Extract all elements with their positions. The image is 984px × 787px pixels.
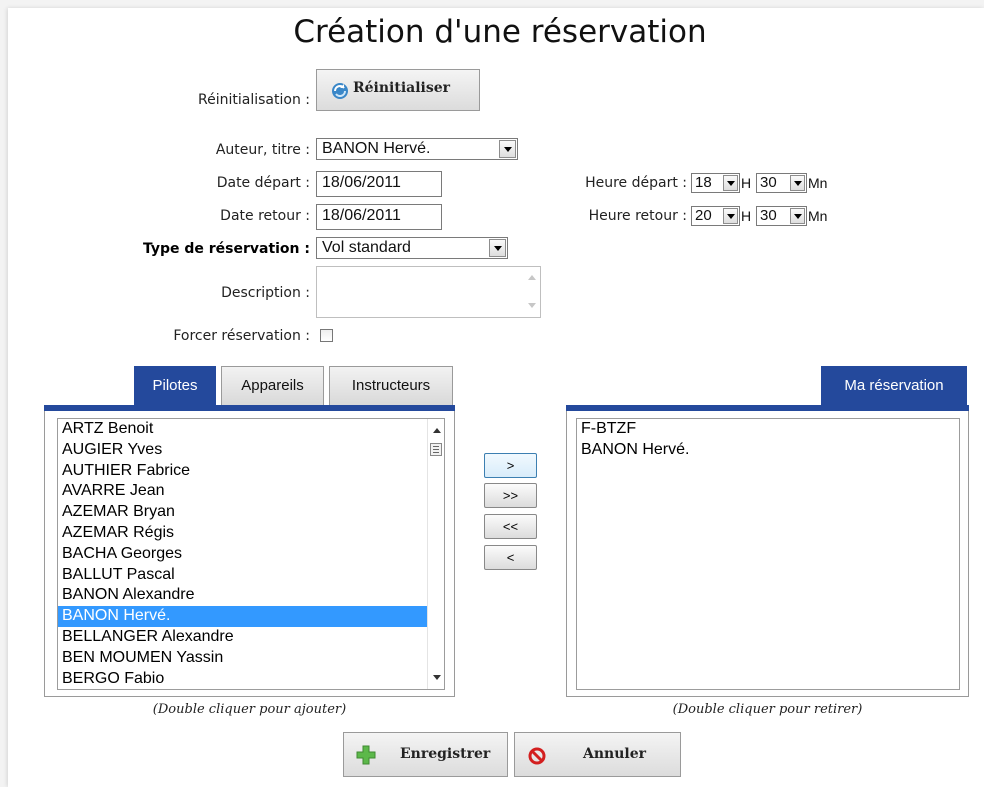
description-scrollbar[interactable] bbox=[524, 267, 540, 317]
heure-retour-hour-select[interactable]: 20 bbox=[691, 206, 740, 226]
heure-retour-hour-value: 20 bbox=[695, 207, 712, 224]
list-item[interactable]: BANON Hervé. bbox=[577, 440, 959, 461]
author-label: Auteur, titre : bbox=[215, 142, 310, 158]
description-label: Description : bbox=[221, 285, 310, 301]
page-title: Création d'une réservation bbox=[293, 14, 707, 50]
reset-button-label: Réinitialiser bbox=[353, 80, 451, 96]
list-item[interactable]: BACHA Georges bbox=[58, 544, 444, 565]
minute-unit: Mn bbox=[808, 208, 828, 224]
reset-label: Réinitialisation : bbox=[198, 92, 310, 108]
type-select[interactable]: Vol standard bbox=[316, 237, 508, 259]
add-all-button[interactable]: >> bbox=[484, 483, 537, 508]
description-textarea[interactable] bbox=[316, 266, 541, 318]
scroll-down-icon[interactable] bbox=[528, 303, 536, 308]
list-item[interactable]: BALLUT Pascal bbox=[58, 565, 444, 586]
cancel-button[interactable]: Annuler bbox=[514, 732, 681, 777]
list-item[interactable]: F-BTZF bbox=[577, 419, 959, 440]
heure-depart-hour-select[interactable]: 18 bbox=[691, 173, 740, 193]
heure-depart-minute-select[interactable]: 30 bbox=[756, 173, 807, 193]
chevron-down-icon[interactable] bbox=[723, 175, 738, 191]
chevron-down-icon[interactable] bbox=[790, 175, 805, 191]
list-item[interactable]: AVARRE Jean bbox=[58, 481, 444, 502]
list-item[interactable]: BERGO Fabio bbox=[58, 669, 444, 689]
minute-unit: Mn bbox=[808, 175, 828, 191]
save-button[interactable]: Enregistrer bbox=[343, 732, 508, 777]
pilots-list: ARTZ Benoit AUGIER Yves AUTHIER Fabrice AVA… bbox=[58, 419, 444, 689]
date-depart-label: Date départ : bbox=[216, 175, 310, 191]
list-item[interactable]: BELLANGER Alexandre bbox=[58, 627, 444, 648]
force-label: Forcer réservation : bbox=[173, 328, 310, 344]
list-item[interactable]: AZEMAR Bryan bbox=[58, 502, 444, 523]
date-retour-input[interactable]: 18/06/2011 bbox=[316, 204, 442, 230]
chevron-down-icon[interactable] bbox=[499, 140, 516, 158]
save-button-label: Enregistrer bbox=[400, 746, 491, 762]
chevron-down-icon[interactable] bbox=[723, 208, 738, 224]
heure-retour-minute-value: 30 bbox=[760, 207, 777, 224]
tab-pilotes[interactable]: Pilotes bbox=[134, 366, 216, 405]
heure-retour-minute-select[interactable]: 30 bbox=[756, 206, 807, 226]
tab-appareils[interactable]: Appareils bbox=[221, 366, 324, 405]
hour-unit: H bbox=[741, 208, 752, 224]
list-item[interactable]: AZEMAR Régis bbox=[58, 523, 444, 544]
pilots-listbox[interactable]: ARTZ Benoit AUGIER Yves AUTHIER Fabrice AVA… bbox=[57, 418, 445, 690]
author-select[interactable]: BANON Hervé. bbox=[316, 138, 518, 160]
list-item[interactable]: ARTZ Benoit bbox=[58, 419, 444, 440]
author-value: BANON Hervé. bbox=[322, 140, 431, 157]
type-label: Type de réservation : bbox=[142, 241, 310, 257]
tab-ma-reservation[interactable]: Ma réservation bbox=[821, 366, 967, 405]
heure-retour-label: Heure retour : bbox=[588, 208, 687, 224]
remove-hint: (Double cliquer pour retirer) bbox=[672, 702, 863, 717]
chevron-down-icon[interactable] bbox=[790, 208, 805, 224]
chevron-down-icon[interactable] bbox=[489, 239, 506, 257]
date-depart-input[interactable]: 18/06/2011 bbox=[316, 171, 442, 197]
reservation-listbox[interactable]: F-BTZF BANON Hervé. bbox=[576, 418, 960, 690]
hour-unit: H bbox=[741, 175, 752, 191]
reservation-list: F-BTZF BANON Hervé. bbox=[577, 419, 959, 461]
type-value: Vol standard bbox=[322, 239, 411, 256]
tab-instructeurs[interactable]: Instructeurs bbox=[329, 366, 453, 405]
add-hint: (Double cliquer pour ajouter) bbox=[152, 702, 347, 717]
add-button[interactable]: > bbox=[484, 453, 537, 478]
plus-icon bbox=[356, 745, 376, 765]
list-item[interactable]: BANON Hervé. bbox=[58, 606, 444, 627]
reset-button[interactable]: Réinitialiser bbox=[316, 69, 480, 111]
no-entry-icon bbox=[527, 746, 547, 766]
list-item[interactable]: BEN MOUMEN Yassin bbox=[58, 648, 444, 669]
cancel-button-label: Annuler bbox=[583, 746, 646, 762]
date-retour-label: Date retour : bbox=[220, 208, 310, 224]
list-item[interactable]: AUTHIER Fabrice bbox=[58, 461, 444, 482]
heure-depart-minute-value: 30 bbox=[760, 174, 777, 191]
pilots-scrollbar[interactable] bbox=[427, 419, 444, 689]
heure-depart-label: Heure départ : bbox=[585, 175, 687, 191]
list-item[interactable]: BANON Alexandre bbox=[58, 585, 444, 606]
scroll-down-icon[interactable] bbox=[433, 675, 441, 680]
list-item[interactable]: AUGIER Yves bbox=[58, 440, 444, 461]
refresh-icon bbox=[331, 82, 349, 100]
heure-depart-hour-value: 18 bbox=[695, 174, 712, 191]
force-checkbox[interactable] bbox=[320, 329, 333, 342]
scroll-thumb[interactable] bbox=[430, 443, 442, 456]
scroll-up-icon[interactable] bbox=[433, 428, 441, 433]
scroll-up-icon[interactable] bbox=[528, 275, 536, 280]
remove-all-button[interactable]: << bbox=[484, 514, 537, 539]
remove-button[interactable]: < bbox=[484, 545, 537, 570]
